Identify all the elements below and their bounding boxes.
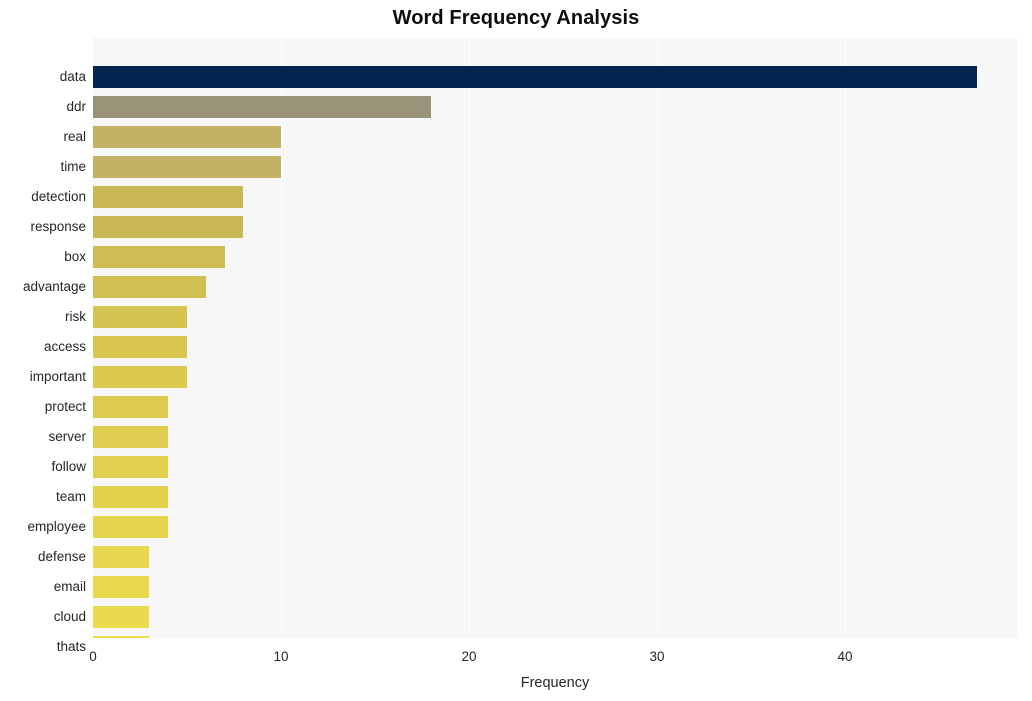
bar[interactable] <box>93 635 150 638</box>
y-tick-label: defense <box>37 548 86 564</box>
bar[interactable] <box>93 425 169 448</box>
bar[interactable] <box>93 605 150 628</box>
y-tick-label: important <box>29 368 86 384</box>
y-tick-label: follow <box>51 458 86 474</box>
y-tick-label: cloud <box>53 608 86 624</box>
y-tick-label: email <box>53 578 86 594</box>
bar[interactable] <box>93 155 281 178</box>
y-tick-label: box <box>64 248 86 264</box>
x-tick-label: 40 <box>837 649 853 664</box>
y-tick-label: access <box>43 338 86 354</box>
bar[interactable] <box>93 185 244 208</box>
bar[interactable] <box>93 335 187 358</box>
bar[interactable] <box>93 515 169 538</box>
bar[interactable] <box>93 395 169 418</box>
y-tick-label: server <box>48 428 86 444</box>
y-tick-label: risk <box>65 308 86 324</box>
y-tick-label: detection <box>31 188 86 204</box>
chart-figure: Word Frequency Analysis data ddr real time d… <box>0 0 1032 701</box>
bar[interactable] <box>93 275 206 298</box>
y-tick-label: team <box>55 488 86 504</box>
x-tick-label: 30 <box>649 649 665 664</box>
y-tick-label: real <box>63 128 86 144</box>
y-tick-label: protect <box>44 398 86 414</box>
bar[interactable] <box>93 455 169 478</box>
x-tick-label: 20 <box>461 649 477 664</box>
y-tick-label: ddr <box>66 98 86 114</box>
y-tick-label: advantage <box>22 278 86 294</box>
bar[interactable] <box>93 65 977 88</box>
bar[interactable] <box>93 485 169 508</box>
bar[interactable] <box>93 305 187 328</box>
plot-area <box>93 38 1017 638</box>
y-axis-tick-labels: data ddr real time detection response box advan… <box>0 38 86 653</box>
y-tick-label: data <box>59 68 86 84</box>
y-tick-label: response <box>30 218 86 234</box>
bar[interactable] <box>93 575 150 598</box>
x-axis-tick-labels: 0 10 20 30 40 <box>89 649 1017 669</box>
chart-title: Word Frequency Analysis <box>392 7 640 29</box>
bar[interactable] <box>93 545 150 568</box>
y-tick-label: time <box>60 158 86 174</box>
bar[interactable] <box>93 95 432 118</box>
bar[interactable] <box>93 245 225 268</box>
x-tick-label: 10 <box>273 649 289 664</box>
bar[interactable] <box>93 365 187 388</box>
bar[interactable] <box>93 125 281 148</box>
x-axis-title: Frequency <box>520 675 590 691</box>
bar[interactable] <box>93 215 244 238</box>
y-tick-label: employee <box>27 518 86 534</box>
bars-layer <box>93 38 1017 638</box>
x-tick-label: 0 <box>89 649 97 664</box>
